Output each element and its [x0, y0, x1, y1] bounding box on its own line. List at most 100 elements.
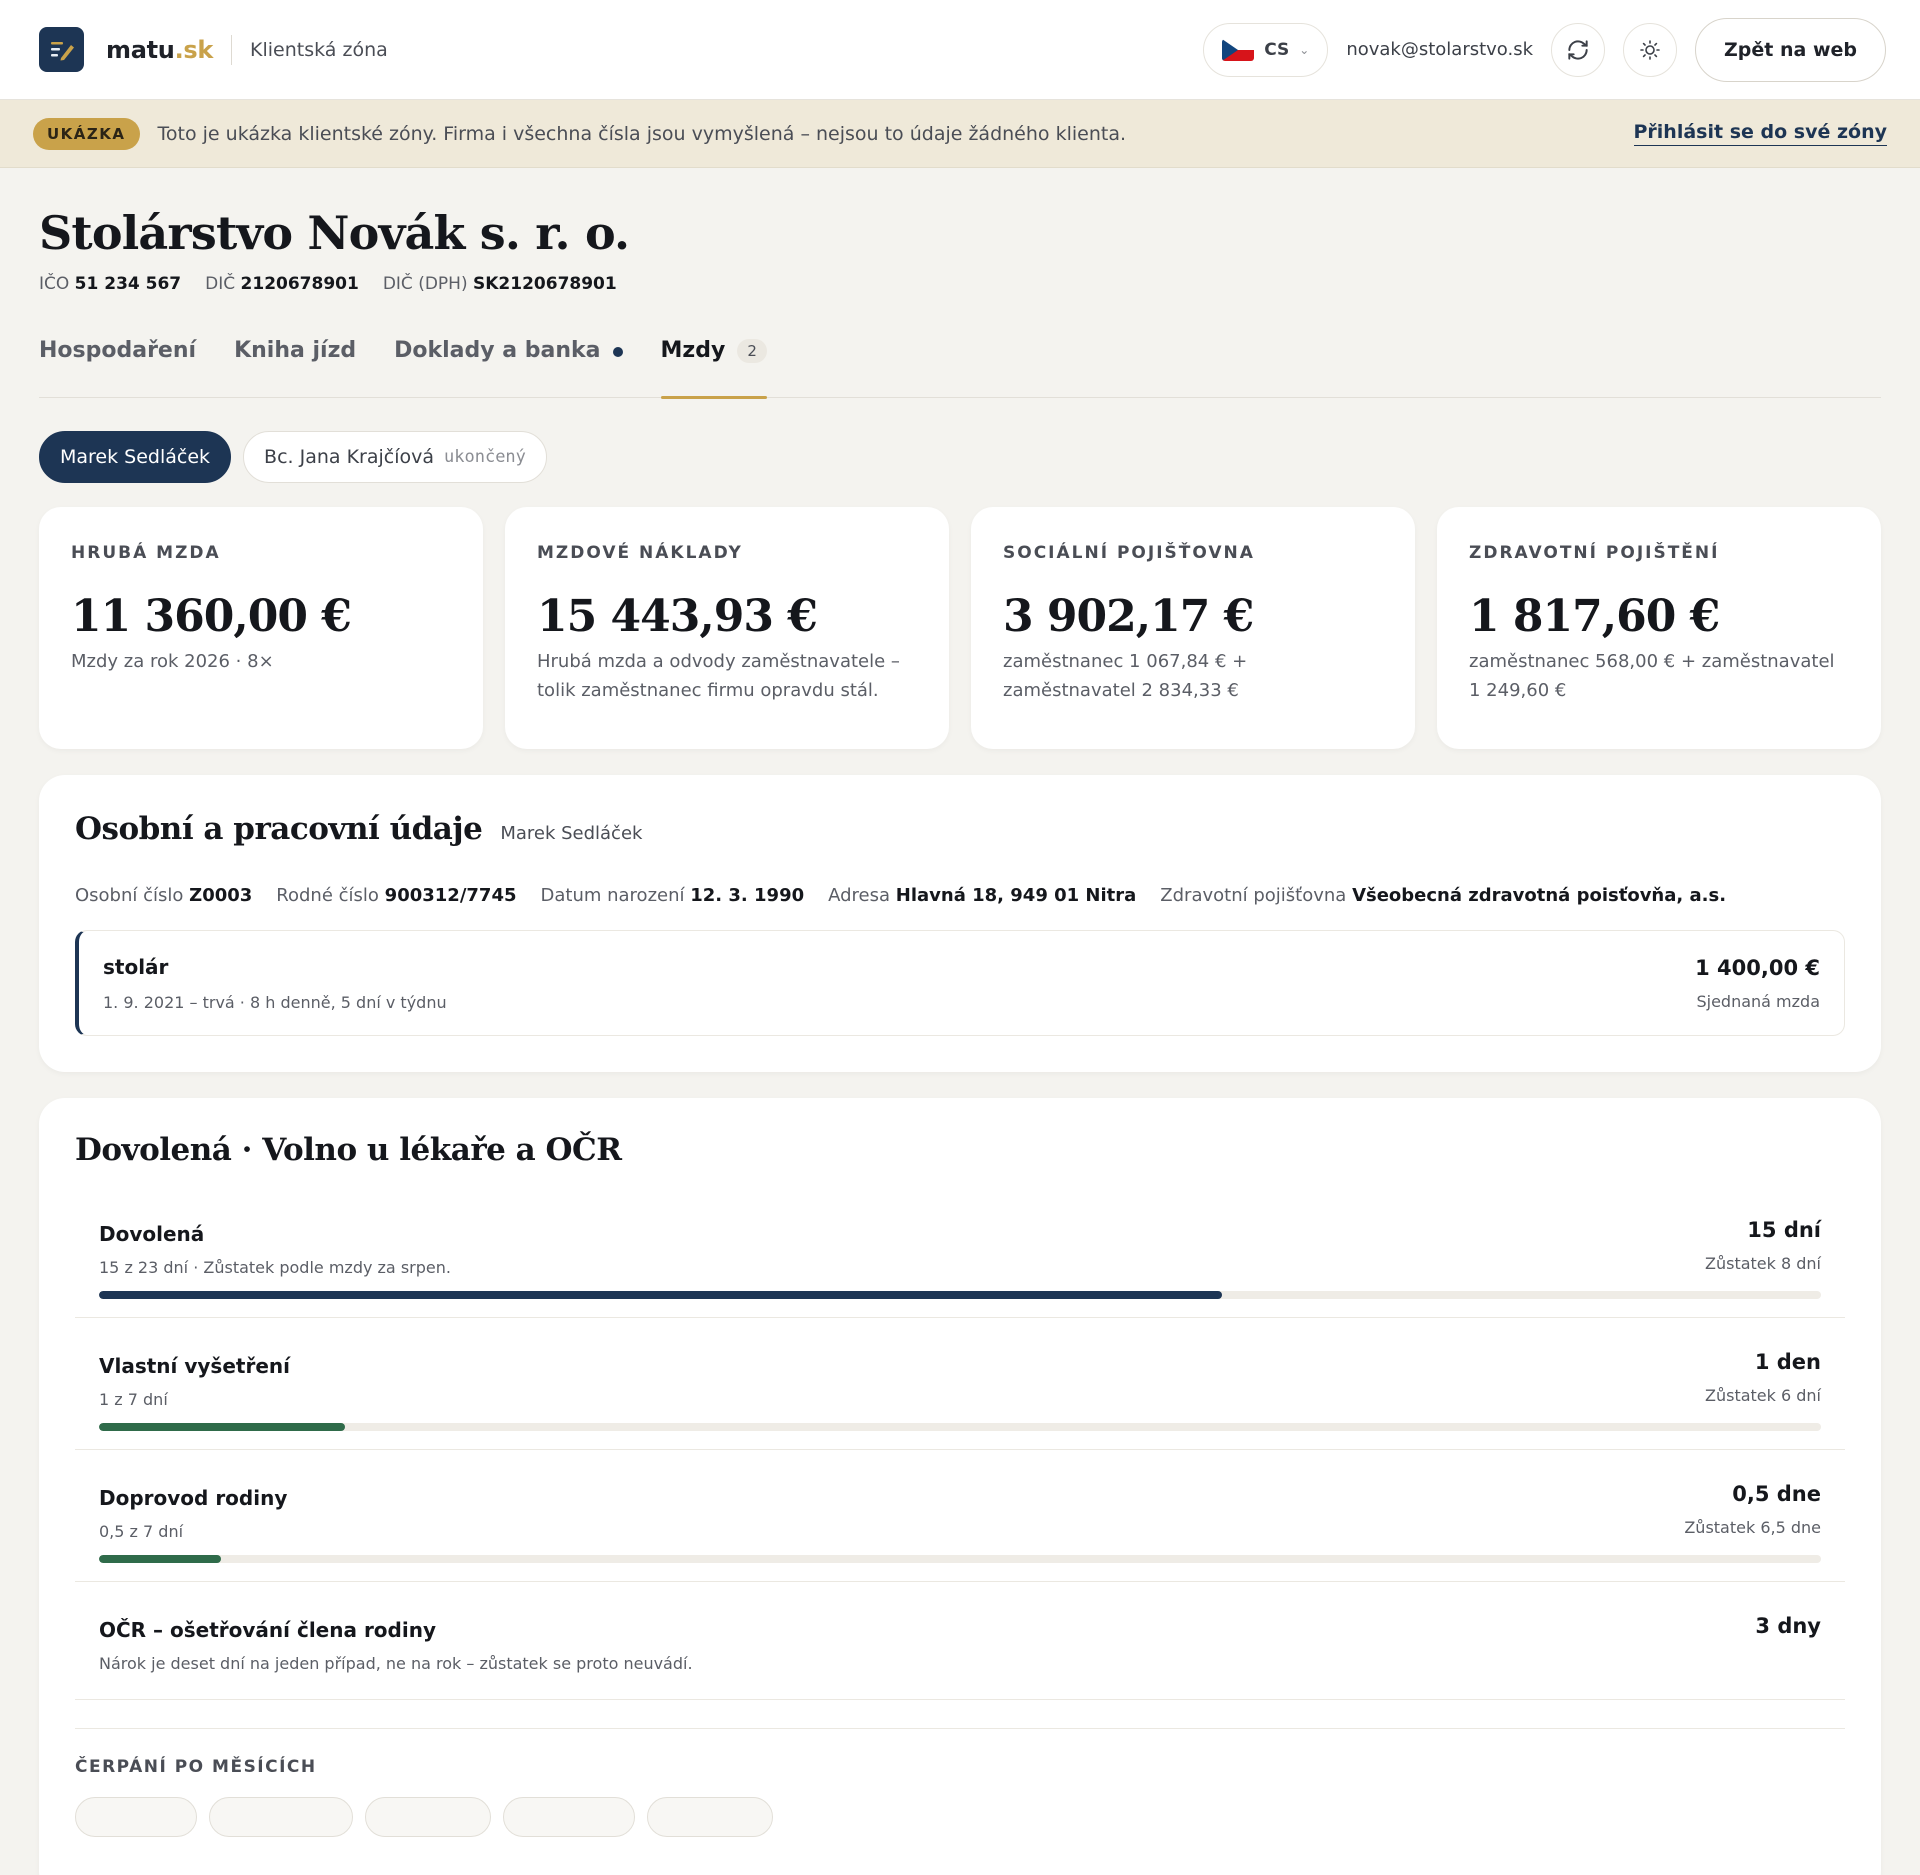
- zone-subtitle: Klientská zóna: [250, 38, 388, 61]
- fact-item: Rodné číslo 900312/7745: [276, 885, 517, 906]
- month-chip[interactable]: [75, 1797, 197, 1837]
- employee-switcher: Marek Sedláček Bc. Jana Krajčíová ukončen…: [39, 431, 1881, 483]
- stat-value: 11 360,00 €: [71, 591, 352, 642]
- leave-progress-fill: [99, 1555, 222, 1563]
- leave-remaining: Zůstatek 6 dní: [1705, 1386, 1821, 1405]
- leave-remaining: Zůstatek 6,5 dne: [1684, 1518, 1821, 1537]
- czech-flag-icon: [1222, 38, 1255, 61]
- refresh-button[interactable]: [1551, 22, 1606, 77]
- leave-progress-bar: [99, 1423, 1821, 1431]
- refresh-icon: [1568, 39, 1588, 60]
- stat-label: MZDOVÉ NÁKLADY: [537, 543, 743, 563]
- employment-contract[interactable]: stolár 1. 9. 2021 – trvá · 8 h denně, 5 …: [75, 930, 1845, 1036]
- employee-chip-sedlacek[interactable]: Marek Sedláček: [39, 431, 232, 483]
- stat-label: HRUBÁ MZDA: [71, 543, 221, 563]
- fact-item: Datum narození 12. 3. 1990: [540, 885, 805, 906]
- leave-progress-fill: [99, 1291, 1222, 1299]
- back-to-web-button[interactable]: Zpět na web: [1695, 17, 1886, 82]
- user-email: novak@stolarstvo.sk: [1346, 39, 1534, 60]
- main-content: Stolárstvo Novák s. r. o. IČO 51 234 567…: [0, 206, 1920, 1875]
- fact-item: Zdravotní pojišťovna Všeobecná zdravotná…: [1160, 885, 1727, 906]
- leave-name: Doprovod rodiny: [99, 1486, 288, 1510]
- payroll-stats: HRUBÁ MZDA 11 360,00 € Mzdy za rok 2026 …: [39, 507, 1881, 749]
- tab-count-badge: 2: [737, 339, 767, 363]
- card-subtitle: Marek Sedláček: [500, 823, 643, 844]
- month-chip[interactable]: [365, 1797, 491, 1837]
- leave-name: Dovolená: [99, 1222, 205, 1246]
- leave-progress-fill: [99, 1423, 346, 1431]
- section-tabs: Hospodaření Kniha jízd Doklady a banka M…: [39, 326, 1881, 399]
- stat-description: Mzdy za rok 2026 · 8×: [71, 651, 274, 672]
- employee-status: ukončený: [444, 447, 526, 467]
- ico-field: IČO 51 234 567: [39, 274, 182, 294]
- stat-description: zaměstnanec 568,00 € + zaměstnavatel 1 2…: [1469, 651, 1835, 701]
- stat-description: zaměstnanec 1 067,84 € + zaměstnavatel 2…: [1003, 651, 1248, 701]
- company-ids: IČO 51 234 567 DIČ 2120678901 DIČ (DPH) …: [39, 274, 1881, 294]
- brand-name[interactable]: matu.sk: [106, 36, 213, 64]
- stat-label: SOCIÁLNÍ POJIŠŤOVNA: [1003, 543, 1255, 563]
- agreed-salary: 1 400,00 €: [1695, 955, 1820, 980]
- leave-row-ocr: OČR – ošetřování člena rodiny Nárok je d…: [75, 1582, 1845, 1700]
- card-title: Dovolená · Volno u lékaře a OČR: [75, 1132, 622, 1168]
- demo-banner-text: Toto je ukázka klientské zóny. Firma i v…: [157, 122, 1127, 145]
- leave-description: Nárok je deset dní na jeden případ, ne n…: [99, 1654, 693, 1673]
- stat-label: ZDRAVOTNÍ POJIŠTĚNÍ: [1469, 543, 1720, 563]
- stat-card: ZDRAVOTNÍ POJIŠTĚNÍ 1 817,60 € zaměstnan…: [1437, 507, 1881, 749]
- demo-badge: UKÁZKA: [33, 117, 140, 150]
- company-name: Stolárstvo Novák s. r. o.: [39, 206, 630, 260]
- tab-hospodareni[interactable]: Hospodaření: [39, 326, 196, 398]
- leave-row-vacation: Dovolená 15 z 23 dní · Zůstatek podle mz…: [75, 1186, 1845, 1318]
- stat-value: 15 443,93 €: [537, 591, 818, 642]
- stat-card: MZDOVÉ NÁKLADY 15 443,93 € Hrubá mzda a …: [505, 507, 949, 749]
- app-logo-icon[interactable]: [39, 27, 84, 72]
- leave-row-family-escort: Doprovod rodiny 0,5 z 7 dní 0,5 dne Zůst…: [75, 1450, 1845, 1582]
- stat-card: SOCIÁLNÍ POJIŠŤOVNA 3 902,17 € zaměstnan…: [971, 507, 1415, 749]
- month-chip[interactable]: [209, 1797, 353, 1837]
- dic-field: DIČ 2120678901: [205, 274, 359, 294]
- leave-amount: 15 dní: [1747, 1218, 1821, 1242]
- leave-row-medical: Vlastní vyšetření 1 z 7 dní 1 den Zůstat…: [75, 1318, 1845, 1450]
- stat-description: Hrubá mzda a odvody zaměstnavatele – tol…: [537, 651, 900, 701]
- leave-remaining: Zůstatek 8 dní: [1705, 1254, 1821, 1273]
- fact-item: Osobní číslo Z0003: [75, 885, 253, 906]
- job-meta: 1. 9. 2021 – trvá · 8 h denně, 5 dní v t…: [103, 992, 447, 1012]
- language-selector[interactable]: CS ⌄: [1203, 22, 1329, 77]
- leave-description: 0,5 z 7 dní: [99, 1522, 184, 1541]
- sun-icon: [1640, 39, 1660, 60]
- leave-description: 1 z 7 dní: [99, 1390, 168, 1409]
- theme-toggle-button[interactable]: [1623, 22, 1678, 77]
- tab-doklady-a-banka[interactable]: Doklady a banka: [394, 326, 623, 398]
- stat-value: 3 902,17 €: [1003, 591, 1254, 642]
- leave-amount: 0,5 dne: [1732, 1482, 1821, 1506]
- leave-amount: 1 den: [1754, 1350, 1821, 1374]
- chevron-down-icon: ⌄: [1299, 42, 1310, 57]
- leave-amount: 3 dny: [1755, 1614, 1821, 1638]
- stat-card: HRUBÁ MZDA 11 360,00 € Mzdy za rok 2026 …: [39, 507, 483, 749]
- personal-details-card: Osobní a pracovní údaje Marek Sedláček O…: [39, 775, 1881, 1072]
- personal-facts: Osobní číslo Z0003 Rodné číslo 900312/77…: [75, 885, 1845, 906]
- agreed-salary-label: Sjednaná mzda: [1696, 991, 1820, 1011]
- fact-item: Adresa Hlavná 18, 949 01 Nitra: [828, 885, 1137, 906]
- demo-banner: UKÁZKA Toto je ukázka klientské zóny. Fi…: [0, 100, 1920, 168]
- employee-chip-krajciova[interactable]: Bc. Jana Krajčíová ukončený: [243, 431, 547, 483]
- login-link[interactable]: Přihlásit se do své zóny: [1633, 121, 1887, 146]
- monthly-usage-chips: [75, 1797, 1845, 1837]
- dph-field: DIČ (DPH) SK2120678901: [382, 274, 617, 294]
- leave-progress-bar: [99, 1555, 1821, 1563]
- stat-value: 1 817,60 €: [1469, 591, 1720, 642]
- tab-mzdy[interactable]: Mzdy 2: [660, 326, 768, 399]
- leave-card: Dovolená · Volno u lékaře a OČR Dovolená…: [39, 1098, 1881, 1875]
- month-chip[interactable]: [503, 1797, 635, 1837]
- tab-kniha-jizd[interactable]: Kniha jízd: [234, 326, 356, 398]
- job-title: stolár: [103, 954, 169, 979]
- card-title: Osobní a pracovní údaje: [75, 811, 483, 847]
- monthly-usage-label: ČERPÁNÍ PO MĚSÍCÍCH: [75, 1757, 317, 1777]
- leave-name: Vlastní vyšetření: [99, 1354, 290, 1378]
- leave-progress-bar: [99, 1291, 1821, 1299]
- top-bar: matu.sk Klientská zóna CS ⌄ novak@stolar…: [0, 0, 1920, 100]
- leave-name: OČR – ošetřování člena rodiny: [99, 1618, 436, 1642]
- leave-description: 15 z 23 dní · Zůstatek podle mzdy za srp…: [99, 1258, 451, 1277]
- language-code: CS: [1264, 39, 1290, 60]
- brand-divider: [231, 34, 233, 65]
- month-chip[interactable]: [647, 1797, 773, 1837]
